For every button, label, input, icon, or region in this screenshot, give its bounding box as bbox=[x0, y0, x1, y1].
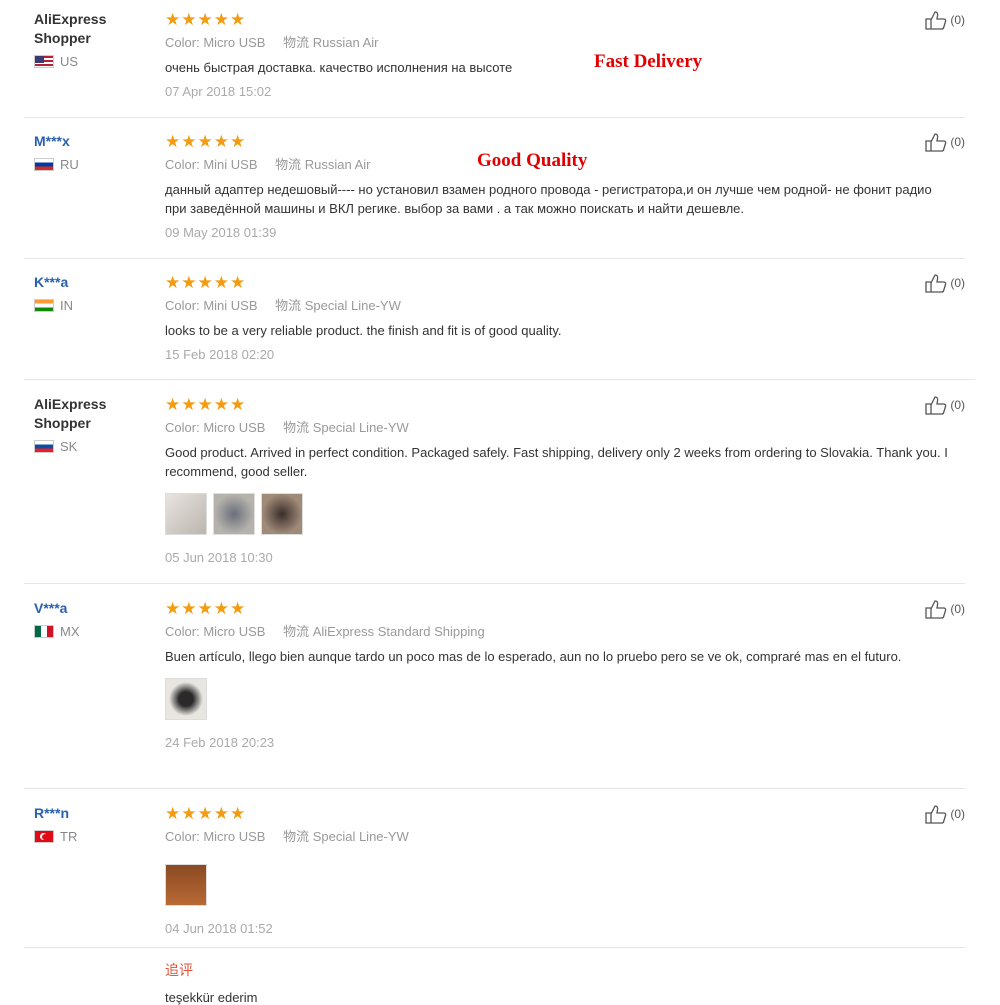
like-button[interactable]: (0) bbox=[924, 273, 965, 293]
star-rating: ★★★★★ bbox=[165, 132, 247, 151]
reviewer-country: TR bbox=[34, 829, 144, 844]
review-date: 05 Jun 2018 10:30 bbox=[165, 550, 273, 565]
review-item: R***n TR ★★★★★ Color: Micro USB 物流 Speci… bbox=[24, 804, 965, 948]
flag-tr-icon bbox=[34, 830, 54, 843]
like-button[interactable]: (0) bbox=[924, 132, 965, 152]
reviewer-country: SK bbox=[34, 439, 144, 454]
review-photos bbox=[165, 864, 965, 906]
fast-delivery-caption: Fast Delivery bbox=[594, 51, 703, 72]
review-photo[interactable] bbox=[261, 493, 303, 535]
star-rating: ★★★★★ bbox=[165, 395, 247, 414]
review-text: очень быстрая доставка. качество исполне… bbox=[165, 60, 513, 75]
review-date: 09 May 2018 01:39 bbox=[165, 225, 277, 240]
review-item: AliExpress Shopper US ★★★★★ Color: Micro… bbox=[24, 10, 965, 118]
like-button[interactable]: (0) bbox=[924, 395, 965, 415]
review-item: K***a IN ★★★★★ Color: Mini USB 物流 Specia… bbox=[24, 273, 975, 380]
review-text: данный адаптер недешовый---- но установи… bbox=[165, 182, 932, 216]
thumbs-up-icon bbox=[925, 274, 947, 293]
reviewer-name: M***x bbox=[34, 133, 70, 149]
reviewer-info: M***x RU bbox=[34, 132, 144, 172]
review-item: AliExpress Shopper SK ★★★★★ Color: Micro… bbox=[24, 395, 965, 584]
thumbs-up-icon bbox=[925, 396, 947, 415]
review-date: 04 Jun 2018 01:52 bbox=[165, 921, 273, 936]
review-attributes: Color: Mini USB 物流 Special Line-YW bbox=[165, 298, 401, 313]
review-content: ★★★★★ Color: Micro USB 物流 AliExpress Sta… bbox=[165, 599, 965, 752]
like-button[interactable]: (0) bbox=[924, 599, 965, 619]
flag-us-icon bbox=[34, 55, 54, 68]
reviewer-country: RU bbox=[34, 157, 144, 172]
review-text: Good product. Arrived in perfect conditi… bbox=[165, 445, 948, 479]
review-content: ★★★★★ Color: Micro USB 物流 Russian Air оч… bbox=[165, 10, 965, 101]
like-button[interactable]: (0) bbox=[924, 10, 965, 30]
flag-ru-icon bbox=[34, 158, 54, 171]
reviewer-country: IN bbox=[34, 298, 144, 313]
review-text: Buen artículo, llego bien aunque tardo u… bbox=[165, 649, 902, 664]
review-photo[interactable] bbox=[165, 493, 207, 535]
reviewer-info: V***a MX bbox=[34, 599, 144, 639]
review-content: ★★★★★ Color: Mini USB 物流 Russian Air дан… bbox=[165, 132, 965, 242]
review-attributes: Color: Micro USB 物流 AliExpress Standard … bbox=[165, 624, 485, 639]
flag-mx-icon bbox=[34, 625, 54, 638]
follow-up-review-text: teşekkür ederim bbox=[165, 990, 258, 1005]
review-content: ★★★★★ Color: Micro USB 物流 Special Line-Y… bbox=[165, 804, 965, 938]
review-text: looks to be a very reliable product. the… bbox=[165, 323, 562, 338]
reviewer-info: AliExpress Shopper US bbox=[34, 10, 144, 69]
flag-sk-icon bbox=[34, 440, 54, 453]
good-quality-caption: Good Quality bbox=[477, 150, 588, 171]
reviewer-name: R***n bbox=[34, 805, 70, 821]
reviewer-name: K***a bbox=[34, 274, 69, 290]
reviewer-country: US bbox=[34, 54, 144, 69]
follow-up-review-label: 追评 bbox=[165, 962, 193, 978]
review-photos bbox=[165, 493, 965, 535]
reviewer-country: MX bbox=[34, 624, 144, 639]
review-date: 24 Feb 2018 20:23 bbox=[165, 735, 275, 750]
review-attributes: Color: Micro USB 物流 Russian Air bbox=[165, 35, 379, 50]
star-rating: ★★★★★ bbox=[165, 273, 247, 292]
reviewer-info: AliExpress Shopper SK bbox=[34, 395, 144, 454]
star-rating: ★★★★★ bbox=[165, 10, 247, 29]
review-photo[interactable] bbox=[165, 678, 207, 720]
thumbs-up-icon bbox=[925, 600, 947, 619]
review-date: 07 Apr 2018 15:02 bbox=[165, 84, 272, 99]
reviewer-info: R***n TR bbox=[34, 804, 144, 844]
review-date: 15 Feb 2018 02:20 bbox=[165, 347, 275, 362]
review-photos bbox=[165, 678, 965, 720]
star-rating: ★★★★★ bbox=[165, 804, 247, 823]
thumbs-up-icon bbox=[925, 805, 947, 824]
reviewer-name: V***a bbox=[34, 600, 68, 616]
flag-in-icon bbox=[34, 299, 54, 312]
review-item: V***a MX ★★★★★ Color: Micro USB 物流 AliEx… bbox=[24, 599, 965, 789]
review-content: ★★★★★ Color: Micro USB 物流 Special Line-Y… bbox=[165, 395, 965, 567]
review-content: ★★★★★ Color: Mini USB 物流 Special Line-YW… bbox=[165, 273, 975, 364]
star-rating: ★★★★★ bbox=[165, 599, 247, 618]
review-photo[interactable] bbox=[165, 864, 207, 906]
thumbs-up-icon bbox=[925, 133, 947, 152]
like-button[interactable]: (0) bbox=[924, 804, 965, 824]
review-attributes: Color: Micro USB 物流 Special Line-YW bbox=[165, 829, 409, 844]
thumbs-up-icon bbox=[925, 11, 947, 30]
review-photo[interactable] bbox=[213, 493, 255, 535]
reviewer-name: AliExpress Shopper bbox=[34, 396, 107, 431]
reviewer-name: AliExpress Shopper bbox=[34, 11, 107, 46]
reviewer-info: K***a IN bbox=[34, 273, 144, 313]
review-attributes: Color: Micro USB 物流 Special Line-YW bbox=[165, 420, 409, 435]
